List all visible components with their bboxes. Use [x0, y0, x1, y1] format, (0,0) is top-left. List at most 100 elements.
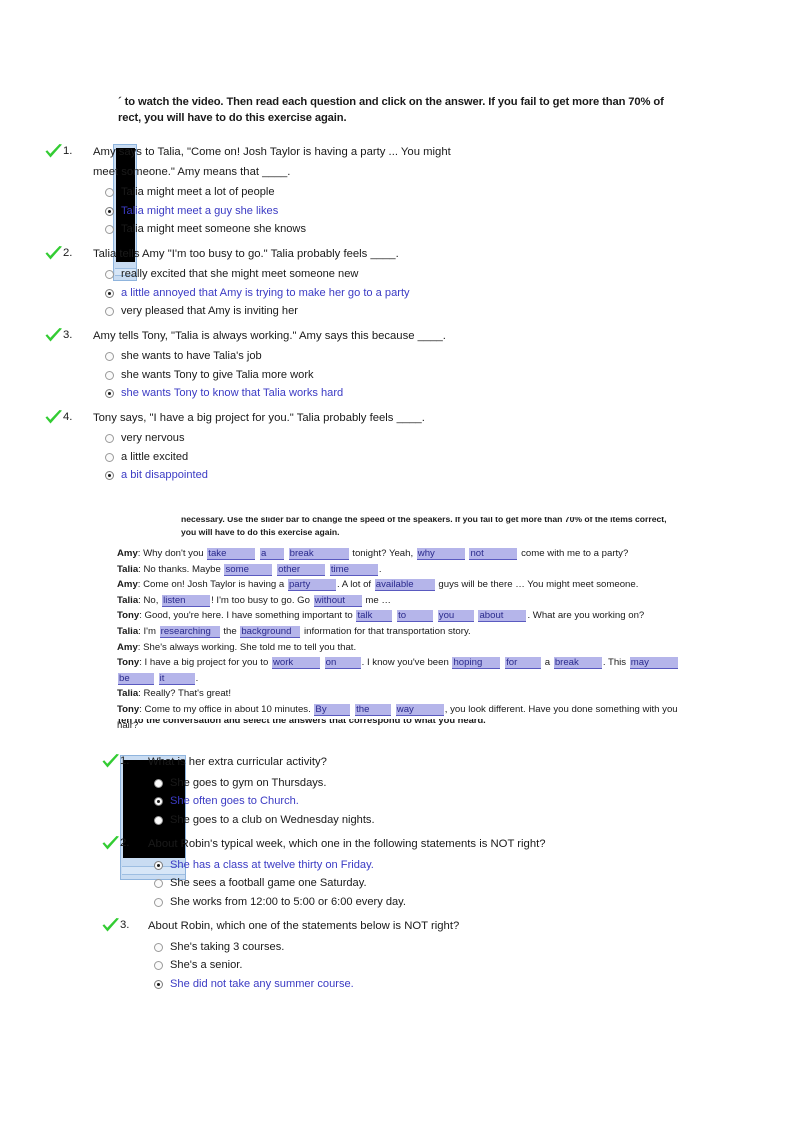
answer-option-label: She did not take any summer course. [170, 977, 354, 990]
transcript-blank-answer[interactable]: break [288, 548, 349, 560]
transcript-text [285, 548, 288, 559]
transcript-text: : I'm [138, 625, 159, 637]
question-text-line1: What is her extra curricular activity? [148, 756, 327, 768]
transcript-blank-answer[interactable]: hoping [452, 657, 501, 670]
question-text-line1: About Robin's typical week, which one in… [148, 838, 546, 850]
check-icon [45, 245, 62, 259]
transcript-blank-answer[interactable]: without [313, 594, 362, 607]
question-text: About Robin, which one of the statements… [148, 917, 628, 937]
radio-button[interactable] [154, 778, 163, 788]
check-icon [102, 918, 119, 932]
transcript-blank-answer[interactable]: time [329, 563, 378, 576]
radio-button[interactable] [105, 434, 114, 443]
radio-button[interactable] [105, 352, 114, 361]
question-number: 3. [120, 919, 130, 931]
transcript-blank-answer[interactable]: work [271, 657, 320, 670]
radio-button[interactable] [105, 452, 114, 462]
check-icon [44, 327, 64, 344]
answer-option-label: She goes to a club on Wednesday nights. [170, 813, 375, 826]
transcript-text [321, 657, 324, 668]
radio-button-selected[interactable] [105, 206, 114, 216]
transcript-text [256, 548, 259, 559]
question-text-line1: About Robin, which one of the statements… [148, 920, 460, 932]
radio-button[interactable] [105, 188, 114, 197]
transcript-text [434, 610, 437, 621]
transcript-blank-answer[interactable]: some [224, 563, 273, 576]
instructions-middle: necessary. Use the slider bar to change … [181, 517, 671, 539]
answer-option-label: Talia might meet a guy she likes [121, 204, 279, 217]
transcript-blank-answer[interactable]: may [629, 657, 678, 670]
instructions-bottom-line: ten to the conversation and select the a… [118, 719, 486, 725]
instructions-middle-line2: you will have to do this exercise again. [181, 527, 340, 537]
transcript-blank-answer[interactable]: party [287, 579, 336, 592]
question-number: 1. [120, 755, 130, 767]
check-icon [101, 836, 121, 852]
question-number: 2. [120, 837, 130, 849]
answer-option-label: She's a senior. [170, 959, 243, 971]
radio-button[interactable] [154, 879, 163, 888]
radio-button[interactable] [105, 225, 114, 234]
transcript-blank-answer[interactable]: not [469, 548, 518, 560]
transcript-speaker: Talia [117, 594, 139, 606]
transcript-text: : No thanks. Maybe [138, 563, 224, 575]
radio-button[interactable] [154, 815, 163, 825]
transcript-blank-answer[interactable]: be [118, 672, 154, 685]
transcript-blank-answer[interactable]: about [478, 610, 527, 623]
transcript-blank-answer[interactable]: researching [159, 625, 220, 638]
transcript-blank-answer[interactable]: you [437, 610, 474, 623]
transcript-speaker: Amy [117, 579, 138, 591]
radio-button[interactable] [154, 961, 163, 970]
question-number: 1. [63, 145, 73, 157]
transcript-blank-answer[interactable]: other [277, 563, 326, 576]
answer-option-label: she wants Tony to give Talia more work [121, 368, 314, 381]
transcript-blank-answer[interactable]: break [553, 657, 602, 670]
question-text: What is her extra curricular activity? [148, 753, 628, 773]
question-number: 2. [63, 246, 73, 259]
radio-button-selected[interactable] [105, 288, 114, 298]
radio-button-selected[interactable] [105, 471, 114, 480]
transcript-text [466, 548, 469, 559]
transcript-blank-answer[interactable]: the [355, 703, 392, 716]
radio-button[interactable] [154, 942, 163, 952]
transcript-blank-answer[interactable]: for [505, 657, 542, 670]
instructions-middle-line1: necessary. Use the slider bar to change … [181, 517, 667, 524]
transcript-blank-answer[interactable]: talk [356, 610, 393, 623]
transcript-text: me … [362, 594, 391, 606]
radio-button-selected[interactable] [154, 797, 163, 806]
transcript-blank-answer[interactable]: why [416, 548, 465, 560]
dialogue-transcript: Amy: Why don't you take a break tonight?… [117, 546, 687, 733]
radio-button[interactable] [105, 307, 114, 316]
transcript-speaker: Tony [117, 703, 140, 715]
transcript-blank-answer[interactable]: a [259, 548, 284, 560]
transcript-text: : Really? That's great! [138, 688, 231, 700]
transcript-blank-answer[interactable]: By [314, 703, 351, 716]
transcript-text: come with me to a party? [518, 548, 629, 559]
transcript-blank-answer[interactable]: available [374, 579, 435, 592]
transcript-text: . [378, 563, 382, 575]
transcript-blank-answer[interactable]: background [240, 625, 301, 638]
exercise-page: ´ to watch the video. Then read each que… [0, 0, 800, 1132]
transcript-text: : Come on! Josh Taylor is having a [137, 579, 287, 591]
transcript-line: Amy: Why don't you take a break tonight?… [117, 546, 687, 562]
transcript-blank-answer[interactable]: way [395, 703, 444, 716]
radio-button-selected[interactable] [154, 860, 163, 870]
radio-button[interactable] [105, 370, 114, 380]
transcript-line: be it. [117, 671, 687, 687]
answer-option-label: really excited that she might meet someo… [121, 268, 359, 280]
transcript-text: . A lot of [336, 579, 374, 591]
transcript-blank-answer[interactable]: to [397, 610, 434, 623]
radio-button[interactable] [154, 897, 163, 907]
transcript-blank-answer[interactable]: listen [162, 594, 211, 607]
transcript-blank-answer[interactable]: on [324, 657, 361, 670]
transcript-text: : Good, you're here. I have something im… [139, 610, 356, 622]
transcript-text: a [542, 657, 553, 669]
radio-button[interactable] [105, 270, 114, 279]
answer-option-label: Talia might meet a lot of people [121, 186, 275, 198]
question-text: Talia tells Amy "I'm too busy to go." Ta… [93, 245, 573, 265]
transcript-blank-answer[interactable]: take [207, 548, 256, 560]
transcript-line: Talia: No, listen! I'm too busy to go. G… [117, 593, 687, 609]
transcript-text: . What are you working on? [527, 610, 645, 622]
radio-button-selected[interactable] [154, 979, 163, 989]
radio-button-selected[interactable] [105, 389, 114, 398]
transcript-blank-answer[interactable]: it [158, 672, 195, 685]
